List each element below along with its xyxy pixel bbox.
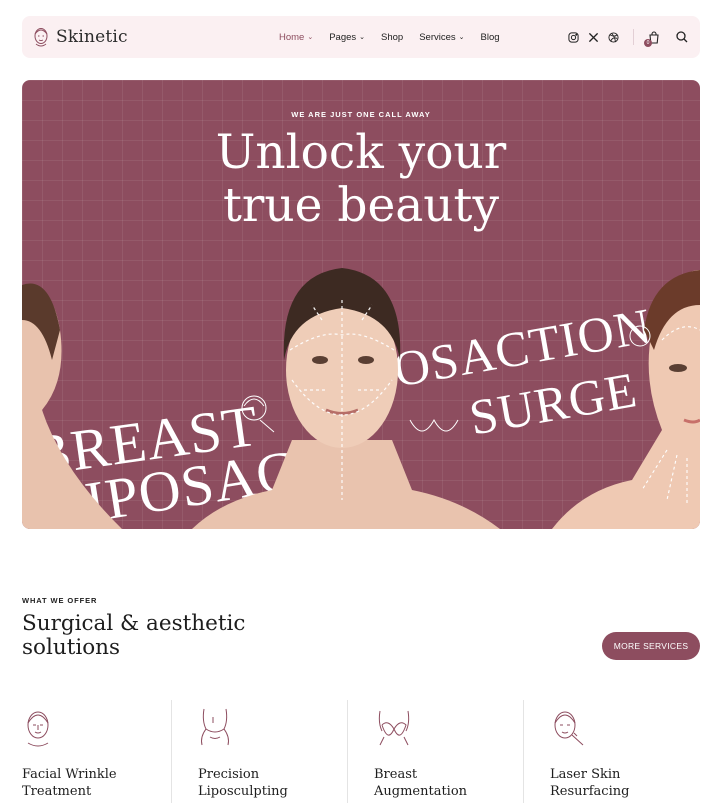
nav-shop-label: Shop xyxy=(381,31,404,43)
service-card[interactable]: Breast Augmentation xyxy=(348,700,524,803)
face-logo-icon xyxy=(32,26,50,48)
service-label-line1: Breast xyxy=(374,767,418,782)
x-icon[interactable] xyxy=(587,31,599,43)
nav-pages-label: Pages xyxy=(329,31,357,43)
face-icon xyxy=(22,707,54,752)
section-title-line1: Surgical & aesthetic xyxy=(22,611,246,636)
logo[interactable]: Skinetic xyxy=(32,26,128,48)
nav-services[interactable]: Services ⌄ xyxy=(419,32,464,43)
service-label: Precision Liposculpting xyxy=(198,766,288,800)
nav-shop[interactable]: Shop xyxy=(381,32,403,43)
laser-face-icon xyxy=(550,707,586,752)
service-label-line2: Treatment xyxy=(22,784,92,799)
service-label: Laser Skin Resurfacing xyxy=(550,766,629,800)
nav-blog[interactable]: Blog xyxy=(481,32,500,43)
cart-icon[interactable]: 0 xyxy=(644,30,660,47)
body-icon xyxy=(198,707,232,752)
cart-count-badge: 0 xyxy=(644,39,652,47)
breast-icon xyxy=(374,707,414,752)
chevron-down-icon: ⌄ xyxy=(359,33,366,41)
hero-banner: BREAST LIPOSACTI OSACTION SURGE WE ARE J… xyxy=(22,80,700,529)
nav-home[interactable]: Home ⌄ xyxy=(279,32,313,43)
section-title-line2: solutions xyxy=(22,635,121,660)
service-label-line1: Precision xyxy=(198,767,260,782)
section-title: Surgical & aesthetic solutions xyxy=(22,612,282,660)
service-label-line1: Laser Skin xyxy=(550,767,621,782)
section-eyebrow: WHAT WE OFFER xyxy=(22,596,98,605)
nav-home-label: Home xyxy=(279,31,305,43)
service-label: Facial Wrinkle Treatment xyxy=(22,766,117,800)
right-portrait xyxy=(552,270,700,529)
service-label: Breast Augmentation xyxy=(374,766,467,800)
left-portrait xyxy=(22,283,122,529)
brand-name: Skinetic xyxy=(56,27,128,47)
instagram-icon[interactable] xyxy=(567,31,579,43)
nav-blog-label: Blog xyxy=(480,31,500,43)
hero-title-line2: true beauty xyxy=(222,178,499,233)
header-tools: 0 xyxy=(567,29,688,47)
center-portrait xyxy=(192,268,500,529)
dribbble-icon[interactable] xyxy=(607,31,619,43)
main-nav: Home ⌄ Pages ⌄ Shop Services ⌄ Blog xyxy=(279,16,500,58)
search-icon[interactable] xyxy=(676,31,688,43)
divider xyxy=(633,29,634,45)
service-card[interactable]: Laser Skin Resurfacing xyxy=(524,700,700,803)
service-card[interactable]: Precision Liposculpting xyxy=(172,700,348,803)
hero-title-line1: Unlock your xyxy=(215,125,507,180)
service-label-line2: Resurfacing xyxy=(550,784,630,799)
chevron-down-icon: ⌄ xyxy=(307,33,314,41)
site-header: Skinetic Home ⌄ Pages ⌄ Shop Services ⌄ … xyxy=(22,16,700,58)
service-card[interactable]: Facial Wrinkle Treatment xyxy=(22,700,172,803)
service-label-line1: Facial Wrinkle xyxy=(22,767,117,782)
services-list: Facial Wrinkle Treatment Precision Lipos… xyxy=(22,700,700,803)
service-label-line2: Augmentation xyxy=(374,784,468,799)
chevron-down-icon: ⌄ xyxy=(458,33,465,41)
hero-title: Unlock your true beauty xyxy=(22,126,700,232)
nav-services-label: Services xyxy=(419,31,456,43)
more-services-button[interactable]: MORE SERVICES xyxy=(602,632,700,660)
nav-pages[interactable]: Pages ⌄ xyxy=(329,32,365,43)
hero-eyebrow: WE ARE JUST ONE CALL AWAY xyxy=(291,110,431,119)
social-links xyxy=(567,31,619,43)
service-label-line2: Liposculpting xyxy=(198,784,288,799)
